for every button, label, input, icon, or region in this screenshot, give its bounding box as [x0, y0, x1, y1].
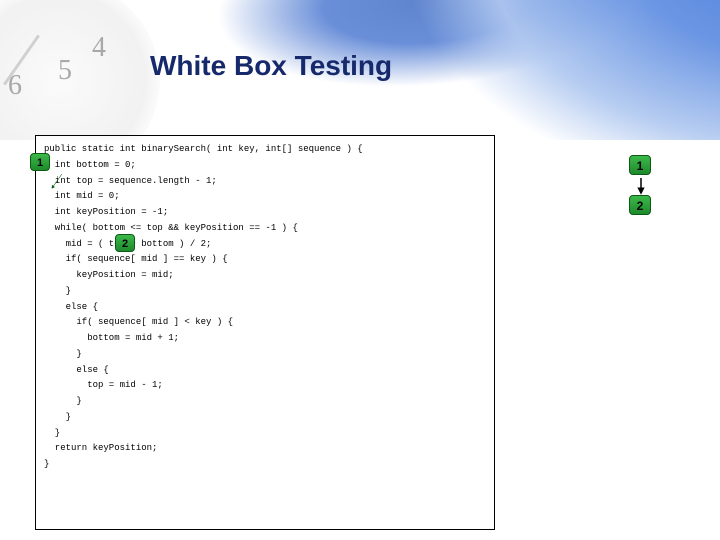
code-line: keyPosition = mid;: [44, 268, 486, 284]
code-line: public static int binarySearch( int key,…: [44, 142, 486, 158]
code-line: bottom = mid + 1;: [44, 331, 486, 347]
code-line: mid = ( top + bottom ) / 2;: [44, 237, 486, 253]
code-line: if( sequence[ mid ] == key ) {: [44, 252, 486, 268]
code-line: top = mid - 1;: [44, 378, 486, 394]
code-line: }: [44, 284, 486, 300]
code-line: int mid = 0;: [44, 189, 486, 205]
code-line: }: [44, 394, 486, 410]
code-line: while( bottom <= top && keyPosition == -…: [44, 221, 486, 237]
code-line: return keyPosition;: [44, 441, 486, 457]
flow-diagram: 1 2: [615, 155, 665, 235]
code-line: }: [44, 410, 486, 426]
code-line: }: [44, 347, 486, 363]
flow-node-2: 2: [629, 195, 651, 215]
code-line: int top = sequence.length - 1;: [44, 174, 486, 190]
code-node-2-badge: 2: [115, 234, 135, 252]
flow-arrow-icon: [636, 177, 646, 195]
code-node-1-badge: 1: [30, 153, 50, 171]
code-line: else {: [44, 363, 486, 379]
code-line: int bottom = 0;: [44, 158, 486, 174]
slide-title: White Box Testing: [0, 0, 720, 82]
code-line: if( sequence[ mid ] < key ) {: [44, 315, 486, 331]
code-listing: public static int binarySearch( int key,…: [35, 135, 495, 530]
code-line: }: [44, 426, 486, 442]
code-line: int keyPosition = -1;: [44, 205, 486, 221]
code-line: }: [44, 457, 486, 473]
flow-node-1: 1: [629, 155, 651, 175]
code-line: else {: [44, 300, 486, 316]
